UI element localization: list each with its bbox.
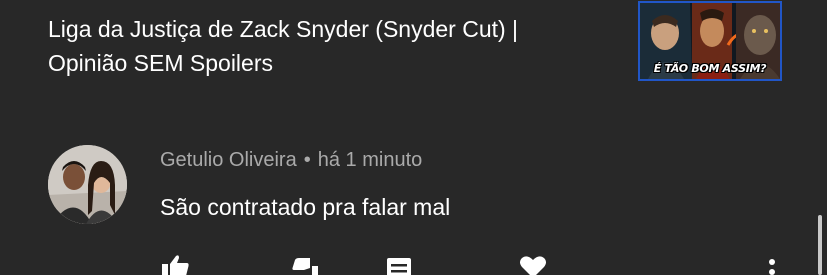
thumbs-down-icon [292, 258, 318, 275]
avatar-photo [48, 145, 127, 224]
comment-text: São contratado pra falar mal [160, 194, 451, 220]
video-title-line-1[interactable]: Liga da Justiça de Zack Snyder (Snyder C… [48, 12, 618, 46]
reply-icon [387, 258, 411, 275]
more-icon [769, 259, 775, 275]
thumbs-up-icon [162, 255, 189, 275]
heart-button[interactable] [518, 254, 548, 275]
reply-button[interactable] [386, 254, 416, 275]
comment-card: Liga da Justiça de Zack Snyder (Snyder C… [0, 0, 827, 275]
thumbnail-caption: É TÃO BOM ASSIM? [653, 62, 767, 75]
comment-time[interactable]: há 1 minuto [318, 149, 423, 171]
scrollbar[interactable] [818, 215, 822, 275]
more-actions-button[interactable] [762, 254, 792, 275]
video-title-line-2[interactable]: Opinião SEM Spoilers [48, 46, 618, 80]
avatar[interactable] [48, 145, 127, 224]
heart-icon [520, 256, 546, 275]
like-button[interactable] [160, 254, 190, 275]
comment-meta: Getulio Oliveira • há 1 minuto [160, 148, 422, 172]
dislike-button[interactable] [290, 254, 320, 275]
video-title[interactable]: Liga da Justiça de Zack Snyder (Snyder C… [48, 12, 618, 80]
meta-separator: • [303, 149, 311, 171]
comment-author[interactable]: Getulio Oliveira [160, 149, 297, 171]
video-thumbnail[interactable]: É TÃO BOM ASSIM? [638, 1, 782, 81]
